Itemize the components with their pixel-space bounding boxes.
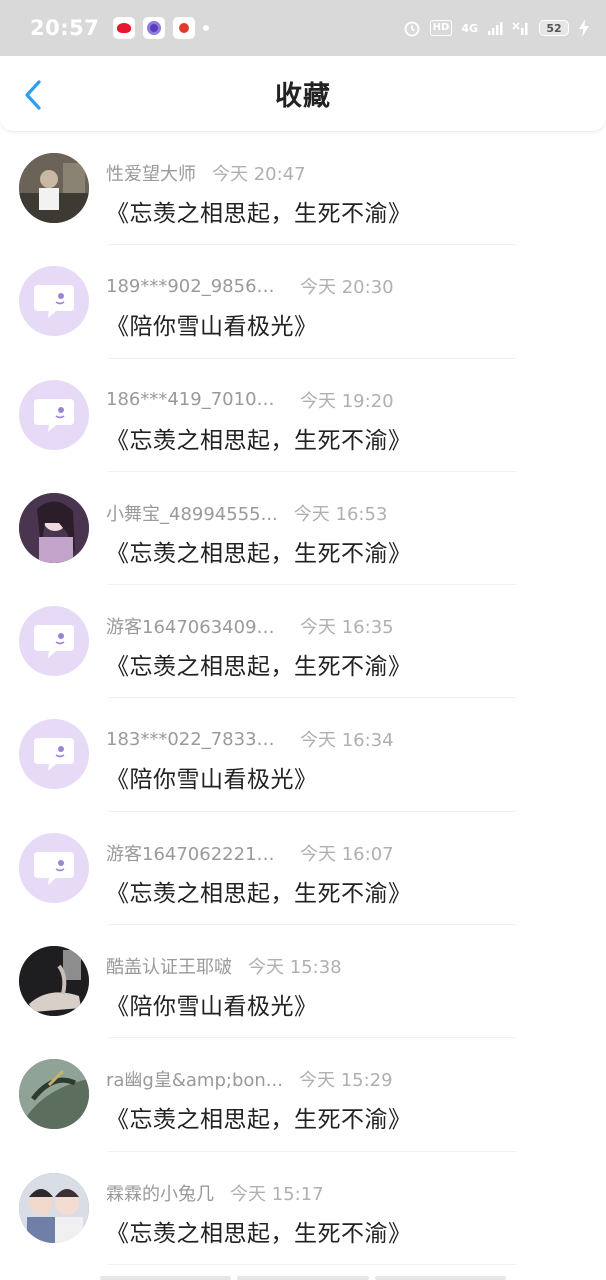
timestamp: 今天 19:20: [300, 390, 394, 412]
signal-off-icon: [512, 22, 528, 35]
avatar[interactable]: [19, 832, 89, 903]
list-item[interactable]: 性爱望大师 今天 20:47 《忘羡之相思起，生死不渝》: [0, 132, 606, 246]
notification-dot-icon: [203, 25, 210, 31]
username[interactable]: 霖霖的小兔几: [106, 1180, 214, 1206]
username[interactable]: 183***022_78332...: [106, 729, 284, 750]
username[interactable]: ra幽g皇&amp;bon...: [106, 1066, 283, 1092]
favorite-title: 《忘羡之相思起，生死不渝》: [106, 201, 412, 227]
battery-level: 52: [546, 21, 562, 35]
favorite-title: 《忘羡之相思起，生死不渝》: [106, 427, 412, 454]
timestamp: 今天 16:34: [300, 730, 394, 752]
username[interactable]: 酷盖认证王耶啵: [106, 953, 232, 979]
app-header: 收藏: [0, 56, 606, 132]
charging-icon: [579, 19, 589, 37]
status-indicators: HD 4G 52: [403, 19, 590, 37]
avatar[interactable]: [19, 379, 89, 450]
username[interactable]: 189***902_98565...: [106, 276, 284, 297]
network-type: 4G: [461, 21, 478, 35]
avatar[interactable]: [19, 606, 89, 677]
list-item[interactable]: ra幽g皇&amp;bon... 今天 15:29 《忘羡之相思起，生死不渝》: [0, 1038, 606, 1152]
list-item[interactable]: 189***902_98565... 今天 20:30 《陪你雪山看极光》: [0, 245, 606, 359]
avatar[interactable]: [19, 946, 89, 1017]
default-avatar-icon: [34, 398, 74, 432]
favorite-title: 《陪你雪山看极光》: [106, 994, 318, 1021]
favorite-title: 《忘羡之相思起，生死不渝》: [106, 654, 412, 681]
status-time: 20:57: [30, 16, 100, 40]
list-item[interactable]: 酷盖认证王耶啵 今天 15:38 《陪你雪山看极光》: [0, 925, 606, 1039]
list-item[interactable]: 霖霖的小兔几 今天 15:17 《忘羡之相思起，生死不渝》: [0, 1152, 606, 1266]
battery-indicator: 52: [539, 20, 569, 36]
browser-icon: [143, 17, 166, 39]
maps-icon: [173, 17, 196, 39]
alarm-icon: [404, 21, 420, 37]
list-item[interactable]: 183***022_78332... 今天 16:34 《陪你雪山看极光》: [0, 698, 606, 813]
default-avatar-icon: [34, 625, 74, 659]
default-avatar-icon: [34, 285, 74, 319]
status-app-icons: [113, 17, 210, 39]
favorite-title: 《忘羡之相思起，生死不渝》: [106, 1107, 412, 1134]
avatar[interactable]: [19, 492, 89, 563]
username[interactable]: 游客16470622213...: [106, 840, 284, 866]
favorite-title: 《陪你雪山看极光》: [106, 767, 318, 794]
favorites-list: 性爱望大师 今天 20:47 《忘羡之相思起，生死不渝》 189***902_98…: [0, 132, 606, 1266]
signal-icon: [488, 22, 503, 35]
list-item[interactable]: 游客16470634097... 今天 16:35 《忘羡之相思起，生死不渝》: [0, 585, 606, 699]
default-avatar-icon: [34, 738, 74, 772]
default-avatar-icon: [34, 851, 74, 885]
avatar[interactable]: [19, 153, 89, 223]
username[interactable]: 186***419_70107...: [106, 389, 284, 410]
chevron-left-icon: [25, 80, 41, 110]
list-item[interactable]: 小舞宝_48994555... 今天 16:53 《忘羡之相思起，生死不渝》: [0, 472, 606, 586]
timestamp: 今天 20:30: [300, 277, 394, 299]
weibo-icon: [113, 17, 136, 39]
favorite-title: 《忘羡之相思起，生死不渝》: [106, 540, 412, 567]
timestamp: 今天 15:38: [248, 957, 342, 979]
list-item[interactable]: 186***419_70107... 今天 19:20 《忘羡之相思起，生死不渝》: [0, 359, 606, 473]
favorite-title: 《忘羡之相思起，生死不渝》: [106, 880, 412, 907]
timestamp: 今天 20:47: [212, 164, 306, 185]
hd-badge: HD: [429, 20, 453, 36]
page-title: 收藏: [275, 81, 331, 112]
timestamp: 今天 16:35: [300, 617, 394, 639]
timestamp: 今天 15:29: [298, 1070, 393, 1092]
timestamp: 今天 16:07: [300, 843, 394, 865]
favorite-title: 《陪你雪山看极光》: [106, 314, 318, 341]
username[interactable]: 性爱望大师: [106, 160, 196, 186]
username[interactable]: 小舞宝_48994555...: [106, 500, 278, 526]
username[interactable]: 游客16470634097...: [106, 613, 284, 639]
list-item[interactable]: 游客16470622213... 今天 16:07 《忘羡之相思起，生死不渝》: [0, 812, 606, 926]
status-bar: 20:57 HD 4G 52: [0, 0, 606, 56]
avatar[interactable]: [19, 1059, 89, 1130]
timestamp: 今天 15:17: [230, 1183, 324, 1205]
avatar[interactable]: [19, 1172, 89, 1243]
avatar[interactable]: [19, 719, 89, 790]
back-button[interactable]: [18, 78, 48, 112]
bottom-scroll-hint: [100, 1276, 506, 1280]
avatar[interactable]: [19, 266, 89, 337]
favorite-title: 《忘羡之相思起，生死不渝》: [106, 1220, 412, 1247]
timestamp: 今天 16:53: [293, 503, 388, 525]
